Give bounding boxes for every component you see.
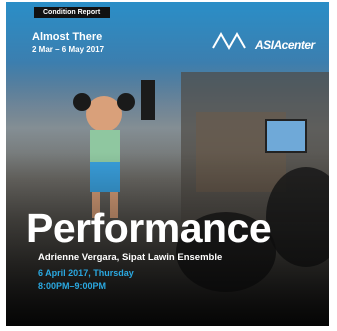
event-poster: Condition Report Almost There 2 Mar – 6 … <box>6 2 329 326</box>
event-time: 8:00PM–9:00PM <box>38 281 107 291</box>
event-date: 6 April 2017, Thursday <box>38 268 134 278</box>
asia-center-logo: ASIAcenter <box>255 38 315 52</box>
exhibition-title: Almost There <box>32 31 103 43</box>
condition-report-tag: Condition Report <box>34 7 111 18</box>
exhibition-dates: 2 Mar – 6 May 2017 <box>32 45 105 54</box>
event-type-heading: Performance <box>26 205 272 251</box>
exhibition-logo-icon <box>212 31 246 51</box>
event-artists: Adrienne Vergara, Sipat Lawin Ensemble <box>38 252 223 263</box>
